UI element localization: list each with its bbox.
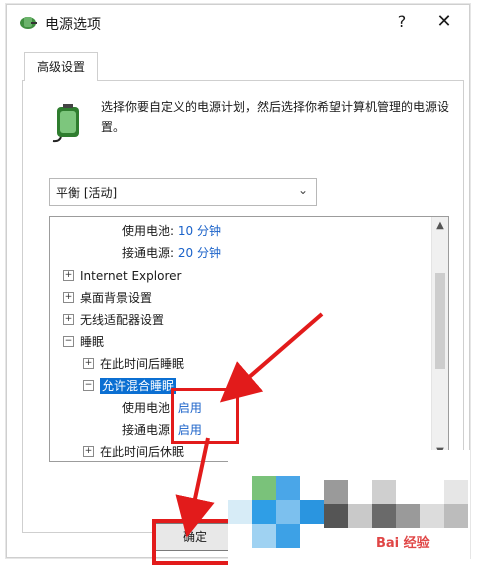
- power-plan-select[interactable]: 平衡 [活动] ⌄: [49, 178, 317, 206]
- expand-icon[interactable]: +: [83, 446, 94, 457]
- tree-item-wireless-adapter[interactable]: + 无线适配器设置: [63, 309, 164, 331]
- tree-item-hybrid-sleep[interactable]: − 允许混合睡眠: [83, 375, 177, 397]
- tree-row-battery-timeout[interactable]: 使用电池: 10 分钟: [122, 220, 221, 242]
- battery-plug-icon: [52, 104, 79, 143]
- expand-icon[interactable]: +: [63, 292, 74, 303]
- expand-icon[interactable]: +: [63, 270, 74, 281]
- pixelated-watermark-area: [228, 450, 470, 570]
- tree-row-label: 使用电池:: [122, 224, 175, 238]
- tree-item-desktop-background[interactable]: + 桌面背景设置: [63, 287, 152, 309]
- power-plan-value: 平衡 [活动]: [56, 186, 118, 200]
- plan-description: 选择你要自定义的电源计划，然后选择你希望计算机管理的电源设置。: [101, 100, 450, 134]
- power-plan-icon: [20, 17, 37, 29]
- tree-item-label: Internet Explorer: [80, 269, 182, 283]
- scroll-up-icon[interactable]: ▲: [432, 217, 448, 235]
- watermark-text: Bai 经验: [376, 536, 430, 551]
- scroll-thumb[interactable]: [435, 273, 445, 369]
- tab-advanced-settings[interactable]: 高级设置: [24, 52, 98, 81]
- close-button[interactable]: ✕: [431, 9, 457, 35]
- title-bar: 电源选项 ? ✕: [7, 5, 469, 39]
- tree-item-label: 桌面背景设置: [80, 291, 153, 305]
- tree-item-label-selected: 允许混合睡眠: [100, 378, 177, 394]
- tree-row-value[interactable]: 20 分钟: [178, 246, 221, 260]
- tree-row-label: 接通电源:: [122, 423, 175, 437]
- expand-icon[interactable]: +: [63, 314, 74, 325]
- tree-item-label: 睡眠: [80, 335, 105, 349]
- tree-item-hibernate-after[interactable]: + 在此时间后休眠: [83, 441, 185, 461]
- tree-row-label: 使用电池:: [122, 401, 175, 415]
- expand-icon[interactable]: +: [83, 358, 94, 369]
- help-button[interactable]: ?: [390, 9, 414, 35]
- tree-item-internet-explorer[interactable]: + Internet Explorer: [63, 265, 181, 287]
- tree-scrollbar[interactable]: ▲ ▼: [431, 217, 448, 461]
- tree-item-label: 在此时间后睡眠: [100, 357, 185, 371]
- annotation-highlight-hybrid-values: [171, 388, 239, 444]
- collapse-icon[interactable]: −: [63, 336, 74, 347]
- tree-item-sleep-after[interactable]: + 在此时间后睡眠: [83, 353, 184, 375]
- tree-row-plugged-timeout[interactable]: 接通电源: 20 分钟: [122, 242, 221, 264]
- window-title: 电源选项: [45, 17, 101, 33]
- chevron-down-icon: ⌄: [297, 183, 308, 197]
- power-settings-tree[interactable]: 使用电池: 10 分钟 接通电源: 20 分钟 + Internet Explor…: [49, 216, 449, 462]
- tree-item-sleep[interactable]: − 睡眠: [63, 331, 104, 353]
- tree-item-label: 无线适配器设置: [80, 313, 165, 327]
- collapse-icon[interactable]: −: [83, 380, 94, 391]
- tree-row-value[interactable]: 10 分钟: [178, 224, 221, 238]
- tree-row-label: 接通电源:: [122, 246, 175, 260]
- tree-item-label: 在此时间后休眠: [100, 445, 185, 459]
